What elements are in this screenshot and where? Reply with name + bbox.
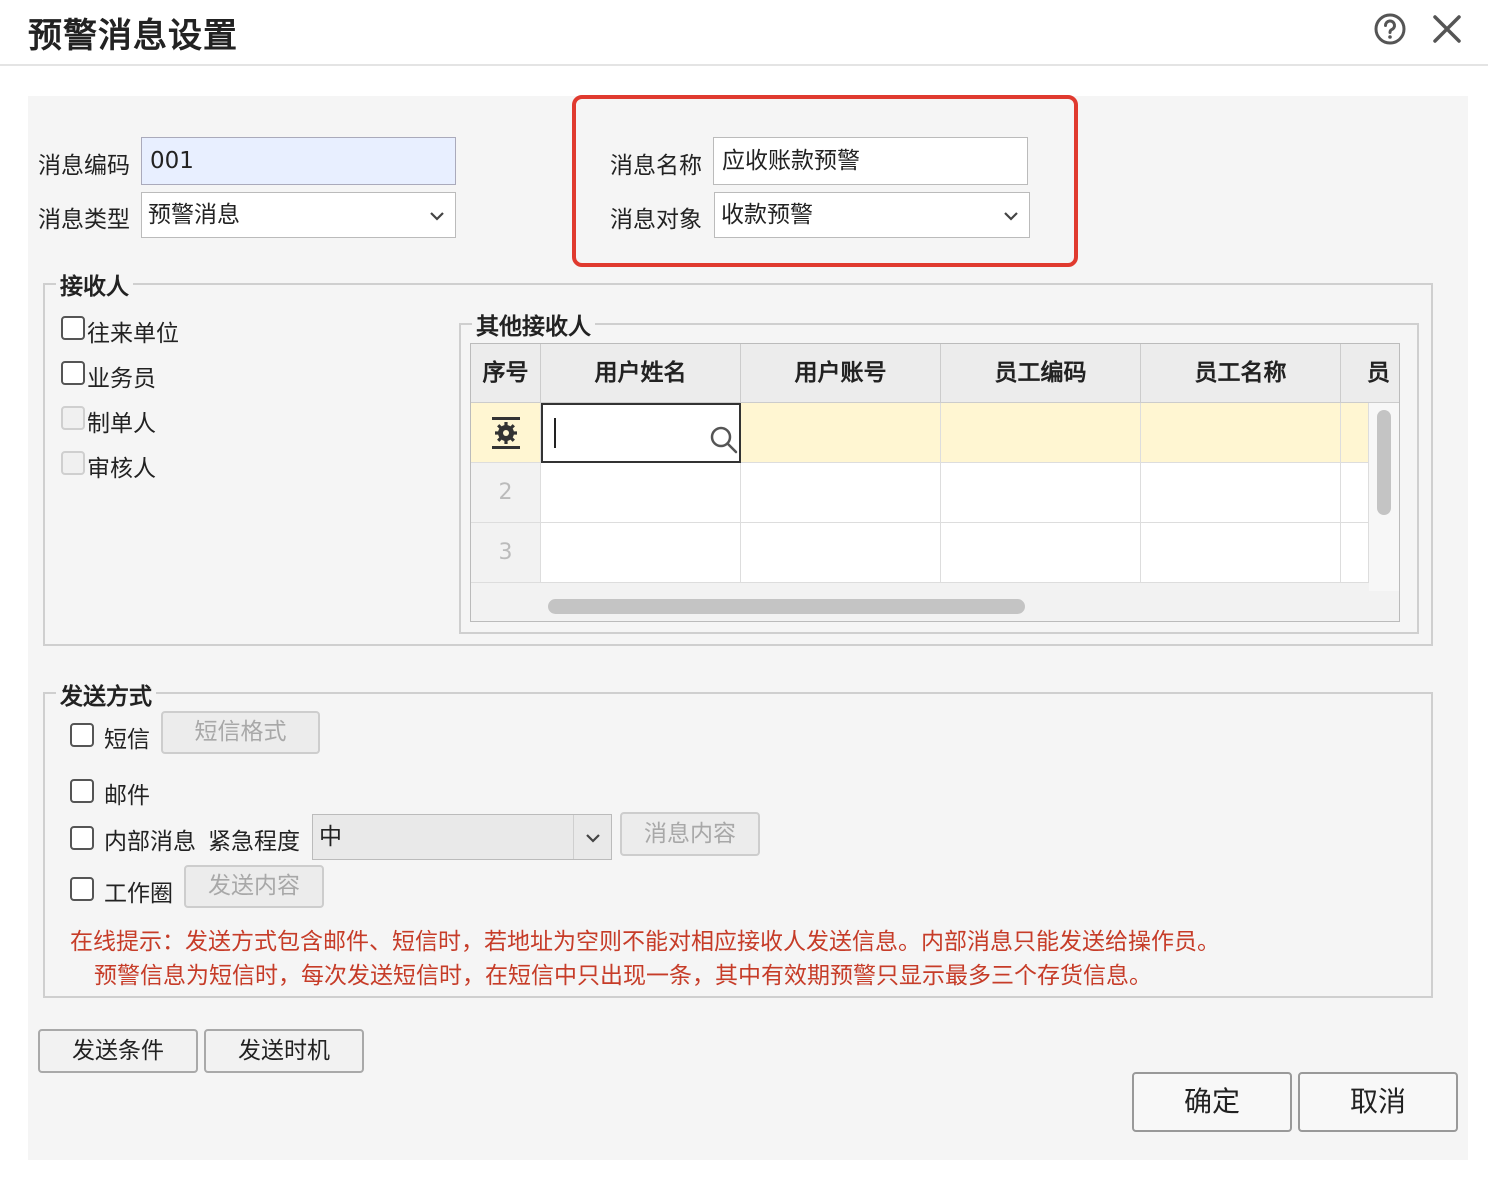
message-content-button[interactable]: 消息内容: [620, 812, 760, 856]
gear-settings-icon[interactable]: [491, 416, 521, 450]
grid-cell[interactable]: [941, 463, 1141, 523]
receiver-checkbox-creator[interactable]: [61, 406, 85, 430]
urgency-label: 紧急程度: [208, 829, 300, 855]
receiver-label-auditor: 审核人: [87, 456, 156, 482]
col-header-user-name[interactable]: 用户姓名: [541, 344, 741, 403]
receiver-checkbox-salesman[interactable]: [61, 361, 85, 385]
work-circle-checkbox[interactable]: [70, 877, 94, 901]
email-checkbox[interactable]: [70, 779, 94, 803]
user-name-edit-cell[interactable]: [541, 403, 741, 463]
col-header-employee-name[interactable]: 员工名称: [1141, 344, 1341, 403]
sms-label: 短信: [104, 727, 150, 753]
message-type-select[interactable]: 预警消息: [141, 192, 456, 238]
grid-cell[interactable]: [1341, 463, 1369, 523]
send-timing-button[interactable]: 发送时机: [204, 1029, 364, 1073]
receiver-label-salesman: 业务员: [87, 366, 156, 392]
col-header-seq[interactable]: 序号: [471, 344, 541, 403]
vertical-scrollbar-thumb[interactable]: [1377, 410, 1391, 515]
message-target-label: 消息对象: [610, 207, 702, 233]
urgency-select[interactable]: 中: [312, 814, 612, 860]
dialog-title: 预警消息设置: [28, 16, 238, 56]
grid-cell[interactable]: [1341, 403, 1369, 463]
cancel-button[interactable]: 取消: [1298, 1072, 1458, 1132]
receiver-label-creator: 制单人: [87, 411, 156, 437]
row-number: 2: [471, 463, 541, 523]
receivers-legend: 接收人: [56, 267, 133, 301]
grid-cell[interactable]: [1141, 523, 1341, 583]
grid-cell[interactable]: [541, 463, 741, 523]
ok-button[interactable]: 确定: [1132, 1072, 1292, 1132]
message-name-input[interactable]: 应收账款预警: [713, 137, 1028, 185]
grid-cell[interactable]: [941, 403, 1141, 463]
grid-cell[interactable]: [1341, 523, 1369, 583]
other-receivers-legend: 其他接收人: [472, 307, 595, 341]
internal-message-checkbox[interactable]: [70, 826, 94, 850]
close-icon[interactable]: [1430, 12, 1464, 46]
horizontal-scrollbar-thumb[interactable]: [548, 599, 1025, 614]
sms-format-button[interactable]: 短信格式: [161, 711, 320, 754]
message-name-label: 消息名称: [610, 153, 702, 179]
col-header-employee-code[interactable]: 员工编码: [941, 344, 1141, 403]
message-type-label: 消息类型: [38, 207, 130, 233]
work-circle-label: 工作圈: [104, 881, 173, 907]
receiver-checkbox-partner[interactable]: [61, 316, 85, 340]
send-methods-legend: 发送方式: [56, 677, 156, 711]
col-header-user-account[interactable]: 用户账号: [741, 344, 941, 403]
col-header-truncated[interactable]: 员: [1341, 344, 1399, 403]
chevron-down-icon: [586, 834, 600, 843]
send-condition-button[interactable]: 发送条件: [38, 1029, 198, 1073]
message-type-value: 预警消息: [148, 202, 240, 228]
internal-message-label: 内部消息: [104, 829, 196, 855]
grid-cell[interactable]: [1141, 463, 1341, 523]
receiver-label-partner: 往来单位: [87, 321, 179, 347]
email-label: 邮件: [104, 783, 150, 809]
text-cursor: [554, 418, 556, 448]
message-target-select[interactable]: 收款预警: [714, 192, 1030, 238]
chevron-down-icon: [1004, 212, 1018, 221]
grid-cell[interactable]: [541, 523, 741, 583]
chevron-down-icon: [430, 212, 444, 221]
urgency-value: 中: [319, 824, 342, 850]
online-tip-line-1: 在线提示：发送方式包含邮件、短信时，若地址为空则不能对相应接收人发送信息。内部消…: [70, 929, 1220, 955]
select-divider: [573, 815, 574, 859]
message-target-value: 收款预警: [721, 202, 813, 228]
grid-cell[interactable]: [941, 523, 1141, 583]
message-code-label: 消息编码: [38, 153, 130, 179]
receivers-grid: 序号 用户姓名 用户账号 员工编码 员工名称 员 2 3: [470, 343, 1400, 622]
sms-checkbox[interactable]: [70, 723, 94, 747]
online-tip-line-2: 预警信息为短信时，每次发送短信时，在短信中只出现一条，其中有效期预警只显示最多三…: [94, 963, 1152, 989]
search-icon[interactable]: [709, 425, 739, 455]
receiver-checkbox-auditor[interactable]: [61, 451, 85, 475]
row-settings-cell[interactable]: [471, 403, 541, 463]
grid-cell[interactable]: [741, 463, 941, 523]
grid-cell[interactable]: [741, 403, 941, 463]
send-content-button[interactable]: 发送内容: [184, 865, 324, 908]
help-circle-icon[interactable]: [1373, 12, 1407, 46]
message-code-input[interactable]: 001: [141, 137, 456, 185]
grid-cell[interactable]: [1141, 403, 1341, 463]
row-number: 3: [471, 523, 541, 583]
grid-cell[interactable]: [741, 523, 941, 583]
